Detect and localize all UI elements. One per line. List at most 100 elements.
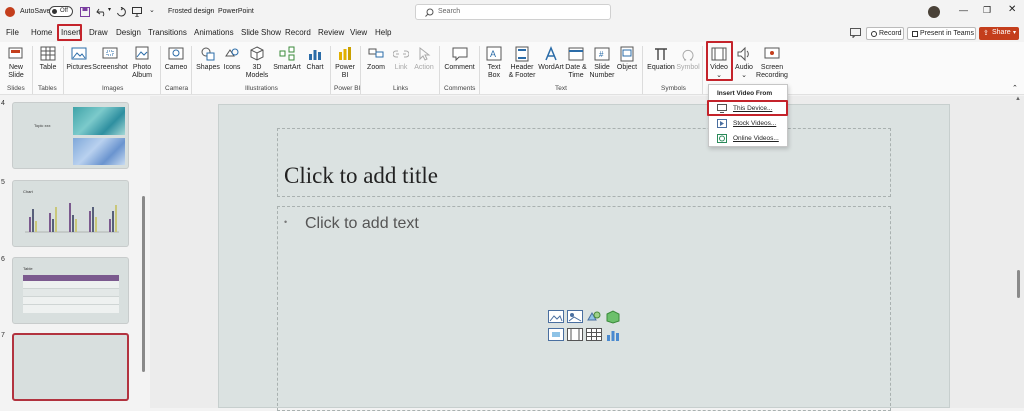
- pictures-button[interactable]: Pictures: [66, 46, 92, 72]
- customize-toolbar-icon[interactable]: ⌄: [149, 6, 155, 14]
- link-icon: [393, 50, 409, 58]
- save-icon[interactable]: [80, 7, 90, 17]
- share-button[interactable]: ⇪ Share ▾: [979, 27, 1019, 40]
- divider: [360, 46, 361, 94]
- comment-button[interactable]: Comment: [443, 46, 476, 72]
- slide-number-label-2: Number: [589, 72, 615, 79]
- undo-icon[interactable]: [96, 7, 107, 17]
- tab-design[interactable]: Design: [116, 28, 141, 37]
- action-button[interactable]: Action: [413, 46, 435, 72]
- minimize-icon[interactable]: —: [959, 5, 968, 15]
- table-icon: [40, 46, 56, 61]
- shapes-button[interactable]: Shapes: [195, 46, 221, 72]
- insert-video-icon[interactable]: [567, 328, 583, 342]
- comments-icon[interactable]: [850, 28, 861, 38]
- user-avatar[interactable]: [928, 6, 940, 18]
- restore-icon[interactable]: ❐: [983, 5, 991, 16]
- group-camera: Camera: [165, 85, 189, 92]
- photo-album-button[interactable]: Photo Album: [128, 46, 156, 80]
- tab-slide-show[interactable]: Slide Show: [241, 28, 281, 37]
- object-button[interactable]: Object: [616, 46, 638, 72]
- zoom-icon: [368, 48, 384, 58]
- share-label: Share: [992, 29, 1011, 36]
- document-name: Frosted design: [168, 8, 215, 15]
- slide-thumbnail-6[interactable]: Table: [12, 257, 129, 324]
- date-time-button[interactable]: Date & Time: [565, 46, 587, 80]
- video-stock-option[interactable]: Stock Videos...: [711, 117, 787, 130]
- slide-number-7: 7: [1, 332, 5, 339]
- smartart-button[interactable]: SmartArt: [272, 46, 302, 72]
- video-online-option[interactable]: Online Videos...: [711, 132, 787, 145]
- insert-table-icon[interactable]: [586, 328, 602, 342]
- tab-home[interactable]: Home: [31, 28, 52, 37]
- tab-file[interactable]: File: [6, 28, 19, 37]
- undo-dropdown-icon[interactable]: ▾: [108, 6, 111, 13]
- header-footer-button[interactable]: Header & Footer: [506, 46, 538, 80]
- close-icon[interactable]: ✕: [1008, 4, 1016, 15]
- content-placeholder[interactable]: • Click to add text: [277, 206, 891, 411]
- insert-cameo-icon[interactable]: [548, 328, 564, 342]
- power-bi-button[interactable]: Power BI: [333, 46, 357, 80]
- insert-chart-icon[interactable]: [605, 328, 621, 342]
- present-in-teams-button[interactable]: Present in Teams: [907, 27, 976, 40]
- equation-button[interactable]: Equation: [646, 46, 676, 72]
- title-placeholder[interactable]: Click to add title: [277, 128, 891, 197]
- symbol-button[interactable]: Symbol: [676, 46, 700, 72]
- insert-icons-icon[interactable]: [586, 310, 602, 324]
- insert-picture-icon[interactable]: [548, 310, 564, 324]
- wordart-button[interactable]: WordArt: [538, 46, 564, 72]
- insert-stock-images-icon[interactable]: [567, 310, 583, 324]
- chart-icon: [309, 50, 321, 60]
- new-slide-button[interactable]: New Slide: [4, 46, 28, 80]
- icons-button[interactable]: Icons: [222, 46, 242, 72]
- new-slide-icon: [8, 47, 23, 59]
- app-name: PowerPoint: [218, 8, 254, 15]
- slide-thumbnail-4[interactable]: Topic xxx: [12, 102, 129, 169]
- tab-view[interactable]: View: [350, 28, 367, 37]
- screenshot-button[interactable]: Screenshot: [92, 46, 128, 72]
- slide-thumbnail-7[interactable]: [12, 333, 129, 401]
- chart-button[interactable]: Chart: [304, 46, 326, 72]
- insert-3d-model-icon[interactable]: [605, 310, 621, 324]
- tab-record[interactable]: Record: [285, 28, 311, 37]
- slide-number-button[interactable]: # Slide Number: [588, 46, 616, 80]
- present-from-beginning-icon[interactable]: [132, 7, 142, 17]
- divider: [439, 46, 440, 94]
- table-button[interactable]: Table: [36, 46, 60, 72]
- 3d-models-button[interactable]: 3D Models: [244, 46, 270, 80]
- redo-icon[interactable]: [116, 7, 126, 17]
- scroll-up-icon[interactable]: ▲: [1015, 96, 1021, 102]
- autosave-toggle[interactable]: Off: [49, 6, 73, 17]
- thumbnail-scrollbar[interactable]: [142, 196, 145, 372]
- record-button[interactable]: Record: [866, 27, 904, 40]
- autosave-label: AutoSave: [20, 8, 51, 15]
- insert-tab-highlight: [57, 24, 82, 41]
- video-button-highlight: [706, 41, 733, 81]
- zoom-label: Zoom: [367, 64, 385, 71]
- wordart-icon: [545, 46, 557, 61]
- screen-recording-button[interactable]: Screen Recording: [756, 46, 788, 80]
- link-button[interactable]: Link: [390, 46, 412, 72]
- tab-help[interactable]: Help: [375, 28, 391, 37]
- tab-review[interactable]: Review: [318, 28, 344, 37]
- zoom-button[interactable]: Zoom: [364, 46, 388, 72]
- audio-button[interactable]: Audio ⌄: [733, 46, 755, 80]
- tab-animations[interactable]: Animations: [194, 28, 234, 37]
- divider: [63, 46, 64, 94]
- cameo-button[interactable]: Cameo: [163, 46, 189, 72]
- thumb-image-ice: [73, 138, 125, 165]
- editor-scrollbar[interactable]: [1017, 270, 1020, 298]
- screen-recording-label-2: Recording: [756, 72, 788, 79]
- tab-draw[interactable]: Draw: [89, 28, 108, 37]
- current-slide[interactable]: Click to add title • Click to add text: [218, 104, 950, 411]
- thumb-table-preview: [23, 275, 119, 313]
- 3d-models-label-1: 3D: [252, 64, 262, 71]
- slide-thumbnail-5[interactable]: Chart: [12, 180, 129, 247]
- text-box-button[interactable]: A Text Box: [484, 46, 504, 80]
- group-slides: Slides: [7, 85, 25, 92]
- icons-icon: [225, 48, 239, 57]
- collapse-ribbon-icon[interactable]: ⌃: [1012, 84, 1018, 92]
- search-box[interactable]: Search: [415, 4, 611, 20]
- screenshot-icon: [102, 47, 118, 59]
- tab-transitions[interactable]: Transitions: [148, 28, 187, 37]
